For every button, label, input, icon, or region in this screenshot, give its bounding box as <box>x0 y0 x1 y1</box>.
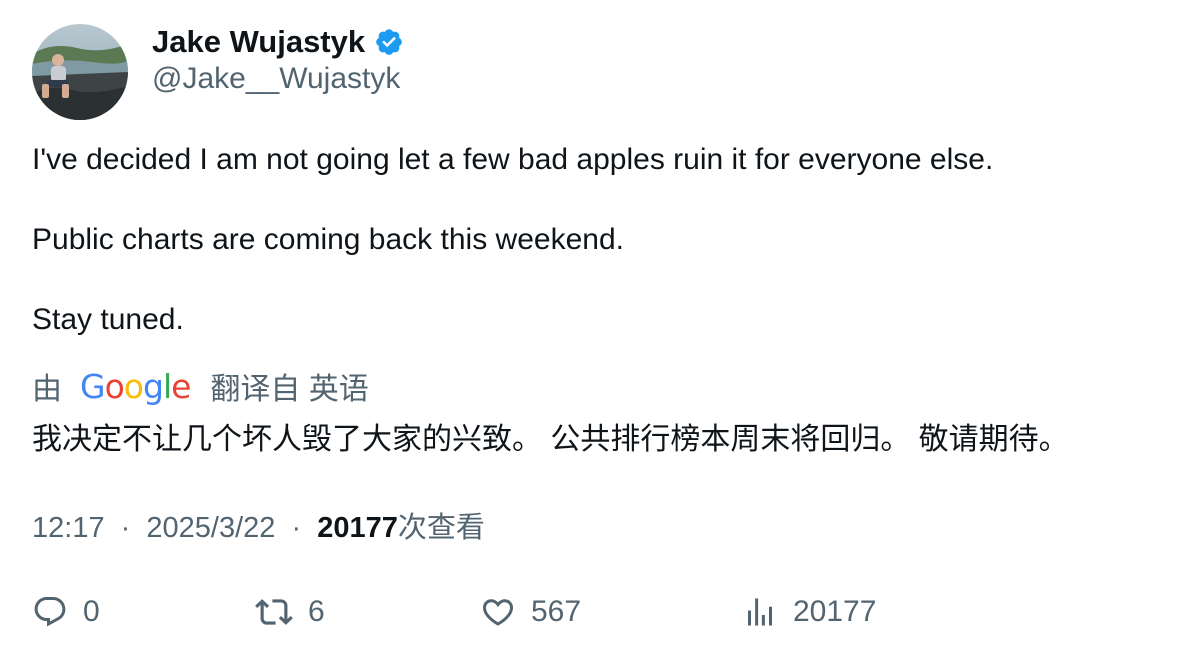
author-name-row: Jake Wujastyk <box>152 22 404 62</box>
translation-suffix: 翻译自 英语 <box>210 373 369 406</box>
author-handle[interactable]: @Jake__Wujastyk <box>152 62 400 96</box>
translated-text: 我决定不让几个坏人毁了大家的兴致。 公共排行榜本周末将回归。 敬请期待。 <box>32 423 1069 456</box>
meta-separator: · <box>291 512 302 544</box>
retweet-count: 6 <box>308 595 325 628</box>
translation-prefix: 由 <box>32 373 62 406</box>
like-count: 567 <box>531 595 582 628</box>
views-button[interactable]: 20177 <box>742 590 876 634</box>
reply-button[interactable]: 0 <box>32 590 100 634</box>
author-display-name[interactable]: Jake Wujastyk <box>152 24 365 60</box>
retweet-button[interactable]: 6 <box>255 590 325 634</box>
analytics-bar-icon <box>748 598 772 626</box>
heart-icon <box>482 599 514 626</box>
avatar-photo-icon <box>32 24 128 120</box>
avatar[interactable] <box>32 24 128 120</box>
tweet: Jake Wujastyk @Jake__Wujastyk I've decid… <box>0 0 1196 658</box>
tweet-text-line-3: Stay tuned. <box>32 303 184 336</box>
like-button[interactable]: 567 <box>480 590 581 634</box>
tweet-date[interactable]: 2025/3/22 <box>146 512 275 544</box>
meta-separator: · <box>120 512 131 544</box>
tweet-text-line-2: Public charts are coming back this weeke… <box>32 223 624 256</box>
reply-icon <box>34 597 66 627</box>
views-action-count: 20177 <box>793 595 877 628</box>
translation-attribution: 由 Google 翻译自 英语 <box>32 366 369 407</box>
reply-count: 0 <box>83 595 100 628</box>
retweet-icon <box>255 599 293 625</box>
tweet-metadata: 12:17 · 2025/3/22 · 20177次查看 <box>32 504 485 546</box>
tweet-text-line-1: I've decided I am not going let a few ba… <box>32 143 994 176</box>
views-count: 20177 <box>317 512 398 544</box>
google-logo: Google <box>80 366 191 406</box>
tweet-time[interactable]: 12:17 <box>32 512 105 544</box>
views-label: 次查看 <box>397 512 485 544</box>
verified-badge-icon[interactable] <box>374 27 404 57</box>
